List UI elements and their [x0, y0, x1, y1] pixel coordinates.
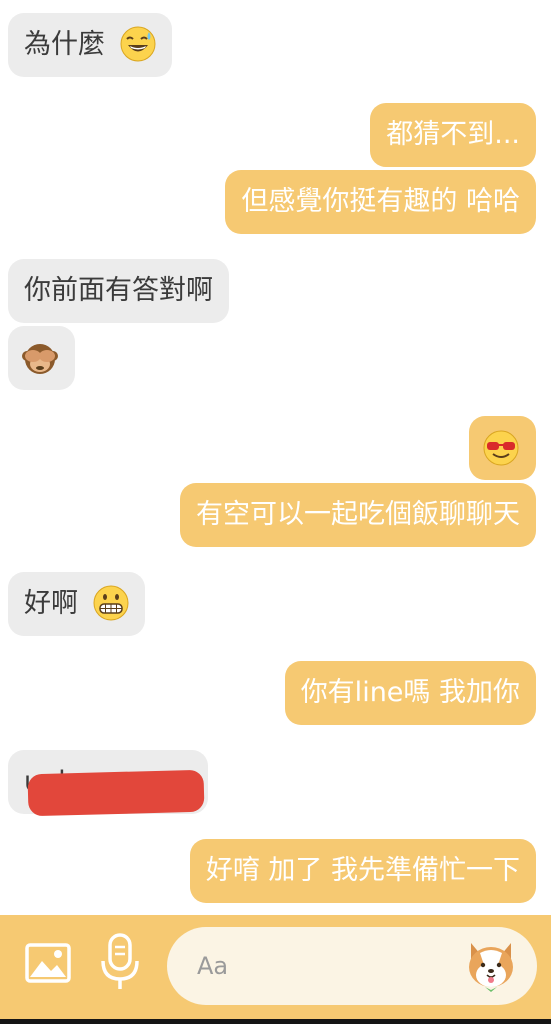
microphone-icon[interactable]: [98, 933, 142, 993]
grimacing-face-icon: [93, 585, 129, 620]
message-outgoing[interactable]: 有空可以一起吃個飯聊聊天: [180, 483, 536, 547]
grinning-sweat-face-icon: [120, 26, 156, 61]
message-text: 好唷 加了 我先準備忙一下: [205, 855, 520, 886]
message-text: 你前面有答對啊: [24, 275, 213, 306]
message-incoming[interactable]: 為什麼: [8, 13, 172, 77]
shiba-sticker-icon[interactable]: [463, 935, 519, 995]
message-outgoing[interactable]: 但感覺你挺有趣的 哈哈: [225, 170, 536, 234]
message-text: 你有line嗎 我加你: [300, 677, 520, 708]
message-outgoing[interactable]: 你有line嗎 我加你: [284, 661, 536, 725]
message-input-placeholder: Aa: [197, 952, 229, 980]
message-text: 都猜不到...: [386, 119, 520, 150]
chat-thread: 為什麼 都猜不到... 但感覺你挺有趣的 哈哈 你前面有答對啊 有空可以一起吃個…: [0, 0, 551, 915]
message-text: 有空可以一起吃個飯聊聊天: [196, 499, 520, 530]
message-text: 好啊: [24, 588, 78, 619]
message-input[interactable]: Aa: [167, 927, 537, 1005]
message-outgoing[interactable]: [469, 416, 536, 480]
message-incoming[interactable]: 好啊: [8, 572, 145, 636]
message-outgoing[interactable]: 好唷 加了 我先準備忙一下: [189, 839, 536, 903]
system-nav-strip: [0, 1019, 551, 1024]
message-incoming[interactable]: 你前面有答對啊: [8, 259, 229, 323]
see-no-evil-monkey-icon: [22, 344, 58, 374]
message-incoming-redacted[interactable]: unh: [8, 750, 208, 817]
composer-bar: Aa: [0, 915, 551, 1019]
redaction-mark: [27, 769, 205, 817]
message-incoming[interactable]: [8, 326, 75, 390]
message-text: 為什麼: [24, 29, 105, 60]
message-outgoing[interactable]: 都猜不到...: [370, 103, 536, 167]
face-with-red-sunglasses-icon: [483, 430, 519, 466]
message-text: 但感覺你挺有趣的 哈哈: [241, 186, 520, 217]
image-icon[interactable]: [24, 939, 72, 987]
